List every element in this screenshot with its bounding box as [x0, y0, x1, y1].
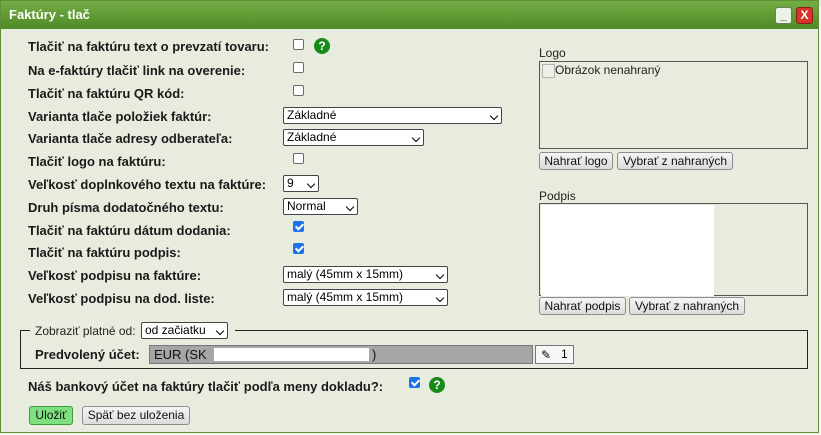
checkbox-print-logo[interactable] [293, 153, 304, 164]
default-account-label: Predvolený účet: [35, 347, 140, 362]
address-variant-select[interactable]: Základné [283, 129, 424, 146]
signature-panel [539, 203, 808, 296]
minimize-button[interactable]: _ [775, 7, 792, 24]
dialog-titlebar[interactable]: Faktúry - tlač _ X [1, 1, 818, 29]
setting-label-print-logo: Tlačiť logo na faktúru: [28, 154, 166, 169]
text-size-select[interactable]: 9 [283, 175, 319, 192]
signature-label: Podpis [539, 189, 576, 203]
logo-panel: Obrázok nenahraný [539, 61, 808, 149]
setting-label-verify-link: Na e-faktúry tlačiť link na overenie: [28, 63, 246, 78]
checkbox-bank-currency[interactable] [409, 377, 420, 388]
setting-label-qr-code: Tlačiť na faktúru QR kód: [28, 86, 185, 101]
validity-value: od začiatku [145, 323, 206, 337]
print-settings-dialog: Faktúry - tlač _ X Tlačiť na faktúru tex… [0, 0, 819, 433]
checkbox-delivery-date[interactable] [293, 221, 304, 232]
logo-label: Logo [539, 46, 566, 60]
setting-label-delivery-date: Tlačiť na faktúru dátum dodania: [28, 223, 231, 238]
setting-label-signature-size-delivery: Veľkosť podpisu na dod. liste: [28, 291, 215, 306]
address-variant-value: Základné [287, 130, 337, 144]
text-size-value: 9 [287, 176, 294, 190]
setting-label-items-variant: Varianta tlače položiek faktúr: [28, 109, 212, 124]
setting-label-receipt-text: Tlačiť na faktúru text o prevzatí tovaru… [28, 39, 270, 54]
choose-signature-button[interactable]: Vybrať z nahraných [629, 297, 745, 315]
upload-logo-button[interactable]: Nahrať logo [539, 152, 613, 170]
validity-select[interactable]: od začiatku [141, 322, 228, 339]
chevron-down-icon [306, 179, 316, 189]
back-without-saving-button[interactable]: Späť bez uloženia [82, 406, 190, 425]
signature-size-invoice-value: malý (45mm x 15mm) [287, 267, 404, 281]
setting-label-font-type: Druh písma dodatočného textu: [28, 200, 224, 215]
account-value-prefix: EUR (SK [154, 347, 207, 362]
upload-signature-button[interactable]: Nahrať podpis [539, 297, 626, 315]
chevron-down-icon [345, 202, 355, 212]
pencil-icon: ✎ [541, 348, 552, 362]
chevron-down-icon [435, 270, 445, 280]
chevron-down-icon [215, 326, 225, 336]
logo-placeholder-text: Obrázok nenahraný [555, 63, 661, 77]
setting-label-signature-size-invoice: Veľkosť podpisu na faktúre: [28, 268, 202, 283]
close-button[interactable]: X [796, 7, 813, 24]
signature-size-delivery-select[interactable]: malý (45mm x 15mm) [283, 289, 448, 306]
checkbox-qr-code[interactable] [293, 85, 304, 96]
broken-image-icon [542, 64, 555, 78]
save-button[interactable]: Uložiť [29, 406, 73, 425]
validity-label: Zobraziť platné od: [35, 324, 136, 338]
items-variant-select[interactable]: Základné [283, 107, 502, 124]
choose-logo-button[interactable]: Vybrať z nahraných [617, 152, 733, 170]
help-icon[interactable]: ? [429, 377, 445, 393]
setting-label-text-size: Veľkosť doplnkového textu na faktúre: [28, 177, 267, 192]
font-type-select[interactable]: Normal [283, 198, 358, 215]
signature-size-delivery-value: malý (45mm x 15mm) [287, 290, 404, 304]
chevron-down-icon [489, 111, 499, 121]
signature-image [541, 205, 714, 296]
account-number-redaction [214, 348, 369, 361]
setting-label-print-signature: Tlačiť na faktúru podpis: [28, 245, 181, 260]
checkbox-verify-link[interactable] [293, 62, 304, 73]
items-variant-value: Základné [287, 108, 337, 122]
account-value-suffix: ) [372, 347, 377, 362]
setting-label-address-variant: Varianta tlače adresy odberateľa: [28, 131, 233, 146]
font-type-value: Normal [287, 199, 326, 213]
chevron-down-icon [411, 133, 421, 143]
signature-size-invoice-select[interactable]: malý (45mm x 15mm) [283, 266, 448, 283]
help-icon[interactable]: ? [314, 38, 330, 54]
chevron-down-icon [435, 293, 445, 303]
edit-account-button[interactable]: ✎ 1 [535, 345, 574, 364]
checkbox-receipt-text[interactable] [293, 39, 304, 50]
checkbox-print-signature[interactable] [293, 243, 304, 254]
account-count: 1 [561, 347, 568, 361]
bank-currency-label: Náš bankový účet na faktúry tlačiť podľa… [28, 379, 384, 394]
dialog-title: Faktúry - tlač [9, 7, 90, 22]
default-account-field: EUR (SK ) [149, 345, 533, 364]
